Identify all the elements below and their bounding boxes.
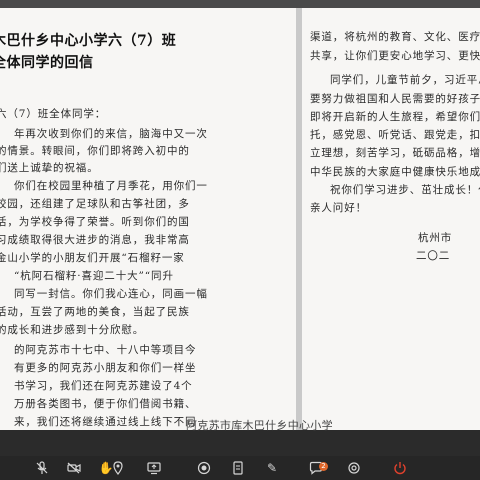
letter-line: “杭阿石榴籽·喜迎二十大”“同升 bbox=[14, 270, 174, 282]
location-icon[interactable] bbox=[110, 460, 126, 476]
letter-line: 同写一封信。你们我心连心，同画一幅 bbox=[14, 288, 208, 300]
letter-line: 书学习，我们还在阿克苏建设了4个 bbox=[14, 380, 193, 392]
letter-line: 六（7）班全体同学： bbox=[0, 108, 107, 120]
power-icon[interactable] bbox=[392, 460, 408, 476]
letter-line: 活，为学校争得了荣誉。听到你们的国 bbox=[0, 216, 190, 228]
letter-line: 亲人问好！ bbox=[310, 202, 367, 214]
letter-title-line2: 全体同学的回信 bbox=[0, 55, 94, 71]
letter-line: 你们在校园里种植了月季花，用你们一 bbox=[14, 180, 208, 192]
settings-icon[interactable] bbox=[346, 460, 362, 476]
record-icon[interactable] bbox=[196, 460, 212, 476]
letter-line: 习成绩取得很大进步的消息，我非常高 bbox=[0, 234, 190, 246]
letter-line: 来，我们还将继续通过线上线下不同 bbox=[14, 416, 197, 428]
window-top-band bbox=[0, 0, 480, 8]
video-off-icon[interactable] bbox=[66, 460, 82, 476]
letter-title-line1: 木巴什乡中心小学六（7）班 bbox=[0, 33, 177, 49]
letter-line: 的情景。转眼间，你们即将跨入初中的 bbox=[0, 145, 190, 157]
shared-screen-view: 木巴什乡中心小学六（7）班 全体同学的回信 六（7）班全体同学： 年再次收到你们… bbox=[0, 0, 480, 480]
letter-line: 校园，还组建了足球队和古筝社团，多 bbox=[0, 198, 190, 210]
letter-line: 共享，让你们更安心地学习、更快乐地成 bbox=[310, 50, 480, 62]
letter-line: 即将开启新的人生旅程，希望你们始终牢 bbox=[310, 111, 480, 123]
share-screen-icon[interactable] bbox=[146, 460, 162, 476]
letter-line: 同学们，儿童节前夕，习近平总书记 bbox=[330, 74, 480, 86]
letter-date: 二〇二 bbox=[416, 250, 451, 262]
letter-line: 要努力做祖国和人民需要的好孩子，你们 bbox=[310, 93, 480, 105]
letter-line: 祝你们学习进步、茁壮成长！代向全 bbox=[330, 184, 480, 196]
letter-page-right: 渠道，将杭州的教育、文化、医疗等资源 共享，让你们更安心地学习、更快乐地成 同学… bbox=[302, 8, 480, 430]
letter-line: 年再次收到你们的来信，脑海中又一次 bbox=[14, 128, 208, 140]
letter-line: 渠道，将杭州的教育、文化、医疗等资源 bbox=[310, 31, 480, 43]
chat-unread-badge: 2 bbox=[319, 462, 328, 471]
letter-line: 万册各类图书，便于你们借阅书籍、 bbox=[14, 398, 197, 410]
meeting-toolbar: ✋ ✎ bbox=[0, 456, 480, 480]
document-icon[interactable] bbox=[230, 460, 246, 476]
letter-line: 中华民族的大家庭中健康快乐地成长。 bbox=[310, 166, 480, 178]
letter-line: 立理想，刻苦学习，砥砺品格，增长本领 bbox=[310, 147, 480, 159]
mic-off-icon[interactable] bbox=[34, 460, 50, 476]
letter-line: 托，感党恩、听党话、跟党走，扣好人生 bbox=[310, 129, 480, 141]
letter-page-left: 木巴什乡中心小学六（7）班 全体同学的回信 六（7）班全体同学： 年再次收到你们… bbox=[0, 8, 296, 430]
school-caption: 阿克苏市库木巴什乡中心小学 bbox=[186, 419, 333, 432]
letter-line: 们送上诚挚的祝福。 bbox=[0, 162, 99, 174]
letter-line: 的成长和进步感到十分欣慰。 bbox=[0, 324, 145, 336]
letter-signature: 杭州市 bbox=[418, 232, 453, 244]
edit-icon[interactable]: ✎ bbox=[264, 460, 280, 476]
letter-line: 有更多的阿克苏小朋友和你们一样坐 bbox=[14, 362, 197, 374]
letter-line: 的阿克苏市十七中、十八中等项目今 bbox=[14, 344, 197, 356]
letter-line: 金山小学的小朋友们开展“石榴籽一家 bbox=[0, 252, 185, 264]
letter-line: 活动，互尝了两地的美食，当起了民族 bbox=[0, 306, 190, 318]
